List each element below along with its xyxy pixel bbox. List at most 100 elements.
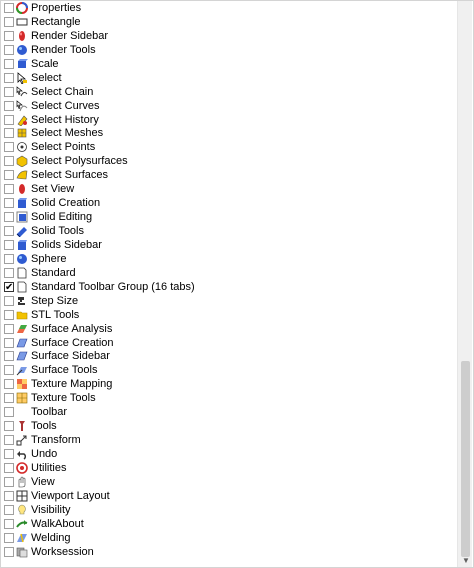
toolbar-row-select-points[interactable]: Select Points <box>1 140 458 154</box>
toolbar-checkbox[interactable] <box>4 449 14 459</box>
toolbar-label: Undo <box>31 448 58 460</box>
toolbar-checkbox[interactable] <box>4 16 14 27</box>
solid-creation-icon <box>16 197 28 209</box>
toolbar-checkbox[interactable] <box>4 44 14 55</box>
toolbar-row-select[interactable]: Select <box>1 71 458 85</box>
document-icon <box>16 281 28 293</box>
toolbar-row-view[interactable]: View <box>1 475 458 489</box>
toolbar-row-solid-editing[interactable]: Solid Editing <box>1 210 458 224</box>
toolbar-checkbox[interactable] <box>4 309 14 320</box>
tools-icon <box>16 420 28 432</box>
toolbar-row-surface-tools[interactable]: Surface Tools <box>1 363 458 377</box>
toolbar-row-texture-tools[interactable]: Texture Tools <box>1 391 458 405</box>
toolbar-row-solids-sidebar[interactable]: Solids Sidebar <box>1 238 458 252</box>
toolbar-checkbox[interactable] <box>4 365 14 376</box>
toolbar-checkbox[interactable] <box>4 253 14 264</box>
toolbar-checkbox[interactable] <box>4 462 14 473</box>
toolbar-checkbox[interactable] <box>4 435 14 446</box>
toolbar-row-rectangle[interactable]: Rectangle <box>1 15 458 29</box>
toolbar-row-stl-tools[interactable]: STL Tools <box>1 308 458 322</box>
toolbar-row-texture-mapping[interactable]: Texture Mapping <box>1 377 458 391</box>
toolbar-checkbox[interactable] <box>4 58 14 69</box>
toolbar-row-walkabout[interactable]: WalkAbout <box>1 517 458 531</box>
toolbar-checkbox[interactable] <box>4 351 14 362</box>
toolbar-row-viewport-layout[interactable]: Viewport Layout <box>1 489 458 503</box>
toolbar-row-sphere[interactable]: Sphere <box>1 252 458 266</box>
toolbar-row-surface-analysis[interactable]: Surface Analysis <box>1 322 458 336</box>
toolbar-row-render-tools[interactable]: Render Tools <box>1 43 458 57</box>
vertical-scrollbar[interactable]: ▼ <box>457 1 472 567</box>
toolbar-checkbox[interactable] <box>4 128 14 139</box>
toolbar-row-toolbar[interactable]: Toolbar <box>1 405 458 419</box>
toolbar-row-surface-sidebar[interactable]: Surface Sidebar <box>1 349 458 363</box>
toolbar-checkbox[interactable] <box>4 30 14 41</box>
toolbar-checkbox[interactable] <box>4 86 14 97</box>
toolbar-checkbox[interactable] <box>4 142 14 153</box>
toolbar-row-visibility[interactable]: Visibility <box>1 503 458 517</box>
toolbar-row-step-size[interactable]: Step Size <box>1 294 458 308</box>
toolbar-checkbox[interactable] <box>4 546 14 557</box>
toolbar-label: Select Curves <box>31 99 100 112</box>
toolbar-label: Visibility <box>31 503 71 516</box>
toolbar-checkbox[interactable] <box>4 184 14 195</box>
folder-icon <box>16 309 28 321</box>
toolbar-row-select-polysurfaces[interactable]: Select Polysurfaces <box>1 154 458 168</box>
toolbar-checkbox[interactable]: ✔ <box>4 281 14 292</box>
texture-mapping-icon <box>16 378 28 390</box>
toolbar-checkbox[interactable] <box>4 532 14 543</box>
toolbar-row-standard-toolbar-group-16-tabs[interactable]: ✔ Standard Toolbar Group (16 tabs) <box>1 280 458 294</box>
toolbar-label: Solid Creation <box>31 197 101 210</box>
toolbar-checkbox[interactable] <box>4 323 14 334</box>
toolbar-checkbox[interactable] <box>4 239 14 250</box>
select-polysurfaces-icon <box>16 155 28 168</box>
toolbar-row-solid-creation[interactable]: Solid Creation <box>1 196 458 210</box>
toolbar-row-select-chain[interactable]: Select Chain <box>1 85 458 99</box>
toolbar-row-utilities[interactable]: Utilities <box>1 461 458 475</box>
toolbar-checkbox[interactable] <box>4 379 14 390</box>
toolbar-checkbox[interactable] <box>4 407 14 418</box>
toolbar-checkbox[interactable] <box>4 156 14 167</box>
toolbar-checkbox[interactable] <box>4 476 14 487</box>
toolbar-label: Set View <box>31 183 75 196</box>
toolbar-checkbox[interactable] <box>4 490 14 501</box>
toolbar-checkbox[interactable] <box>4 393 14 404</box>
toolbar-row-solid-tools[interactable]: Solid Tools <box>1 224 458 238</box>
toolbar-row-select-curves[interactable]: Select Curves <box>1 99 458 113</box>
toolbar-row-transform[interactable]: Transform <box>1 433 458 447</box>
toolbar-row-welding[interactable]: Welding <box>1 531 458 545</box>
toolbar-checkbox[interactable] <box>4 170 14 181</box>
render-tools-icon <box>16 44 28 56</box>
scroll-thumb[interactable] <box>461 361 470 557</box>
toolbar-row-undo[interactable]: Undo <box>1 447 458 461</box>
toolbar-row-worksession[interactable]: Worksession <box>1 545 458 559</box>
toolbar-label: Texture Mapping <box>31 378 113 391</box>
toolbar-row-select-surfaces[interactable]: Select Surfaces <box>1 168 458 182</box>
toolbar-checkbox[interactable] <box>4 295 14 306</box>
toolbar-checkbox[interactable] <box>4 3 14 13</box>
step-size-icon <box>16 295 28 307</box>
scroll-down-arrow-icon[interactable]: ▼ <box>462 556 470 565</box>
toolbar-checkbox[interactable] <box>4 226 14 236</box>
toolbar-row-surface-creation[interactable]: Surface Creation <box>1 336 458 350</box>
toolbar-checkbox[interactable] <box>4 337 14 348</box>
toolbar-checkbox[interactable] <box>4 100 14 111</box>
toolbar-row-tools[interactable]: Tools <box>1 419 458 433</box>
toolbar-label: Solids Sidebar <box>31 238 102 251</box>
toolbar-row-properties[interactable]: Properties <box>1 1 458 15</box>
toolbar-row-render-sidebar[interactable]: Render Sidebar <box>1 29 458 43</box>
toolbar-row-set-view[interactable]: Set View <box>1 182 458 196</box>
toolbar-label: Toolbar <box>31 406 68 419</box>
toolbar-checkbox[interactable] <box>4 518 14 529</box>
toolbar-checkbox[interactable] <box>4 267 14 278</box>
toolbar-checkbox[interactable] <box>4 421 14 432</box>
toolbar-checkbox[interactable] <box>4 198 14 209</box>
toolbar-label: Select Polysurfaces <box>31 155 128 168</box>
toolbar-checkbox[interactable] <box>4 212 14 223</box>
toolbar-checkbox[interactable] <box>4 504 14 515</box>
toolbar-row-select-history[interactable]: Select History <box>1 113 458 127</box>
toolbar-row-standard[interactable]: Standard <box>1 266 458 280</box>
toolbar-row-scale[interactable]: Scale <box>1 57 458 71</box>
toolbar-row-select-meshes[interactable]: Select Meshes <box>1 126 458 140</box>
toolbar-checkbox[interactable] <box>4 72 14 83</box>
toolbar-checkbox[interactable] <box>4 114 14 125</box>
